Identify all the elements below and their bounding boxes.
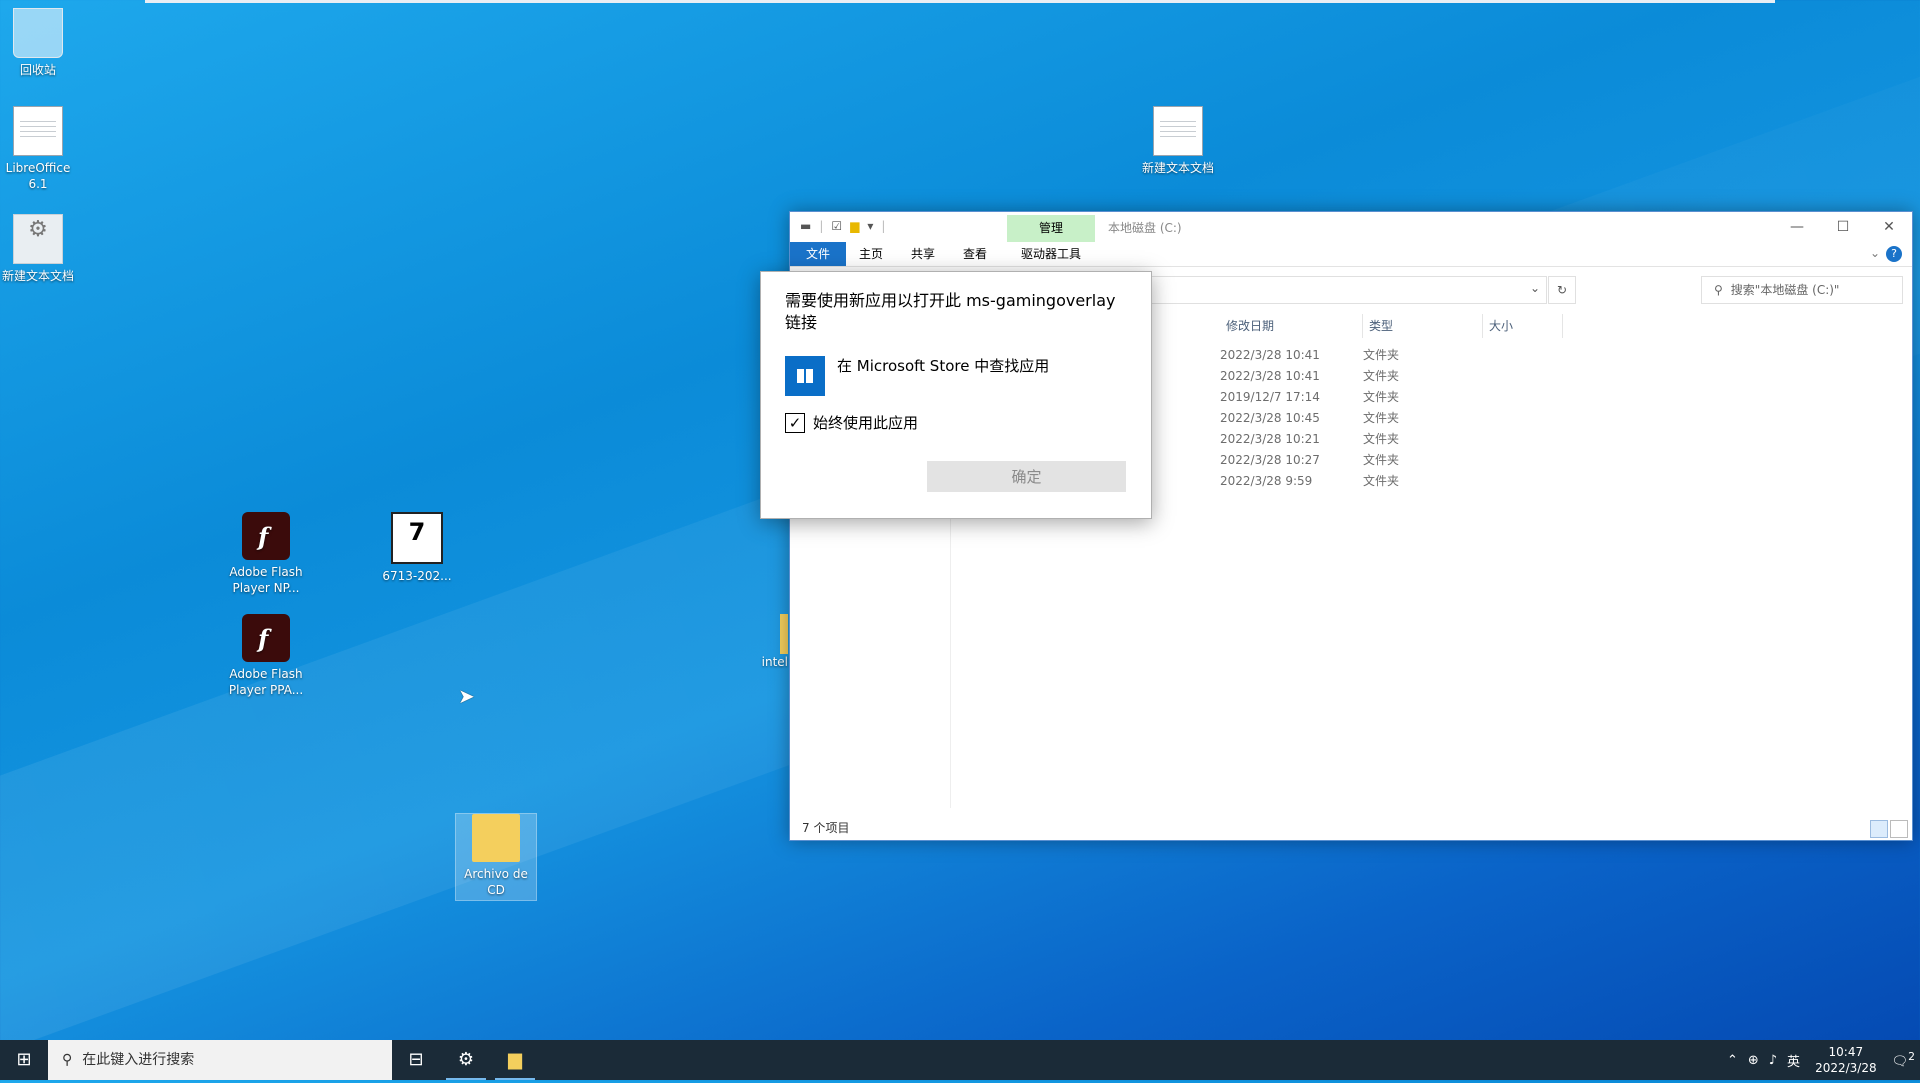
desktop-icon-flash-np[interactable]: Adobe Flash Player NP... (226, 512, 306, 596)
always-use-checkbox[interactable]: ✓ (785, 413, 805, 433)
network-icon[interactable]: ⊕ (1748, 1053, 1759, 1068)
recycle-bin-icon (13, 8, 63, 58)
desktop-icon-label: intel (761, 655, 788, 669)
tab-file[interactable]: 文件 (790, 242, 846, 266)
always-use-label[interactable]: 始终使用此应用 (813, 412, 918, 433)
chevron-down-icon[interactable]: ▾ (867, 219, 873, 233)
dialog-title: 需要使用新应用以打开此 ms-gamingoverlay 链接 (785, 291, 1116, 332)
top-strip (145, 0, 1775, 3)
maximize-button[interactable]: ☐ (1820, 212, 1866, 242)
desktop-icon-label: 回收站 (19, 63, 56, 77)
status-bar-item-count: 7 个项目 (802, 821, 850, 835)
tab-manage[interactable]: 管理 (1007, 215, 1095, 242)
clock[interactable]: 10:47 2022/3/28 (1815, 1044, 1877, 1076)
close-button[interactable]: ✕ (1866, 212, 1912, 242)
desktop-icon-label: Adobe Flash Player PPA... (228, 667, 304, 697)
title-bar: ▬ | ☑ ▆ ▾ | 管理 本地磁盘 (C:) — ☐ ✕ (790, 212, 1912, 242)
tab-view[interactable]: 查看 (950, 242, 1000, 266)
chevron-up-icon[interactable]: ⌃ (1727, 1053, 1738, 1068)
desktop-icon-settings-file[interactable]: ⚙ 新建文本文档 (0, 214, 78, 284)
help-icon[interactable]: ? (1886, 246, 1902, 262)
search-icon: ⚲ (62, 1052, 73, 1068)
flash-icon (242, 614, 290, 662)
desktop-icon-label: Archivo de CD (464, 867, 528, 897)
ribbon-tabs: 文件 主页 共享 查看 驱动器工具 ⌄ ? (790, 242, 1912, 267)
system-tray: ⌃ ⊕ ♪ 英 10:47 2022/3/28 🗨2 (1722, 1040, 1920, 1080)
open-with-dialog: 需要使用新应用以打开此 ms-gamingoverlay 链接 在 Micros… (760, 271, 1152, 519)
task-view-button[interactable]: ⊟ (392, 1040, 440, 1080)
window-title: 本地磁盘 (C:) (1108, 221, 1182, 235)
desktop-icon-libreoffice[interactable]: LibreOffice 6.1 (0, 106, 78, 192)
desktop-icon-text-document[interactable]: 新建文本文档 (1138, 106, 1218, 176)
folder-icon (472, 814, 520, 862)
chevron-down-icon[interactable]: ⌄ (1530, 281, 1540, 295)
quick-access-toolbar: ▬ | ☑ ▆ ▾ | (800, 219, 886, 233)
ok-button[interactable]: 确定 (927, 461, 1126, 492)
taskbar-search-input[interactable]: ⚲ 在此键入进行搜索 (48, 1040, 392, 1080)
view-switcher (1870, 820, 1908, 838)
file-explorer-taskbar-button[interactable]: ▆ (491, 1040, 539, 1080)
microsoft-store-icon[interactable] (785, 356, 825, 396)
gear-icon: ⚙ (13, 214, 63, 264)
properties-icon[interactable]: ☑ (831, 219, 842, 233)
desktop-icon-label: Adobe Flash Player NP... (229, 565, 303, 595)
desktop-icon-flash-ppapi[interactable]: Adobe Flash Player PPA... (226, 614, 306, 698)
minimize-button[interactable]: — (1774, 212, 1820, 242)
desktop-icon-7zip-archive[interactable]: 7 6713-202... (377, 512, 457, 584)
clock-date: 2022/3/28 (1815, 1061, 1877, 1075)
tab-share[interactable]: 共享 (898, 242, 948, 266)
search-input[interactable]: ⚲ 搜索"本地磁盘 (C:)" (1701, 276, 1903, 304)
clock-time: 10:47 (1828, 1045, 1864, 1059)
address-bar[interactable]: ⌄ (1145, 276, 1547, 304)
desktop-icon-label: LibreOffice 6.1 (5, 161, 71, 191)
desktop-icon-intel[interactable]: intel (740, 614, 788, 670)
store-option-label[interactable]: 在 Microsoft Store 中查找应用 (837, 355, 1049, 376)
text-document-icon (1153, 106, 1203, 156)
flash-icon (242, 512, 290, 560)
ribbon-expand-icon[interactable]: ⌄ (1870, 246, 1880, 260)
volume-icon[interactable]: ♪ (1769, 1053, 1777, 1068)
settings-taskbar-button[interactable]: ⚙ (442, 1040, 490, 1080)
taskbar: ⊞ ⚲ 在此键入进行搜索 ⊟ ⚙ ▆ ⌃ ⊕ ♪ 英 10:47 2022/3/2… (0, 1040, 1920, 1080)
drive-icon[interactable]: ▬ (800, 219, 811, 233)
large-icons-view-icon[interactable] (1890, 820, 1908, 838)
libreoffice-icon (13, 106, 63, 156)
new-folder-icon[interactable]: ▆ (850, 219, 859, 233)
tab-drive-tools[interactable]: 驱动器工具 (1007, 242, 1095, 266)
desktop-icon-label: 新建文本文档 (1, 269, 74, 283)
notification-count-badge: 2 (1908, 1050, 1915, 1064)
column-header-size[interactable]: 大小 (1483, 314, 1563, 338)
notification-center-icon[interactable]: 🗨2 (1892, 1050, 1915, 1069)
refresh-button[interactable]: ↻ (1548, 276, 1576, 304)
start-button[interactable]: ⊞ (0, 1040, 48, 1080)
search-icon: ⚲ (1714, 283, 1723, 297)
desktop-icon-label: 新建文本文档 (1141, 161, 1214, 175)
desktop-icon-recycle-bin[interactable]: 回收站 (0, 8, 78, 78)
desktop-icon-archivo-de-cd[interactable]: Archivo de CD (455, 813, 537, 901)
7zip-icon: 7 (391, 512, 443, 564)
column-header-date[interactable]: 修改日期 (1220, 314, 1363, 338)
mouse-cursor-icon: ➤ (458, 684, 475, 708)
column-header-type[interactable]: 类型 (1363, 314, 1483, 338)
ime-indicator[interactable]: 英 (1787, 1051, 1800, 1070)
details-view-icon[interactable] (1870, 820, 1888, 838)
desktop-icon-label: 6713-202... (382, 569, 452, 583)
tab-home[interactable]: 主页 (846, 242, 896, 266)
folder-icon (780, 614, 788, 654)
